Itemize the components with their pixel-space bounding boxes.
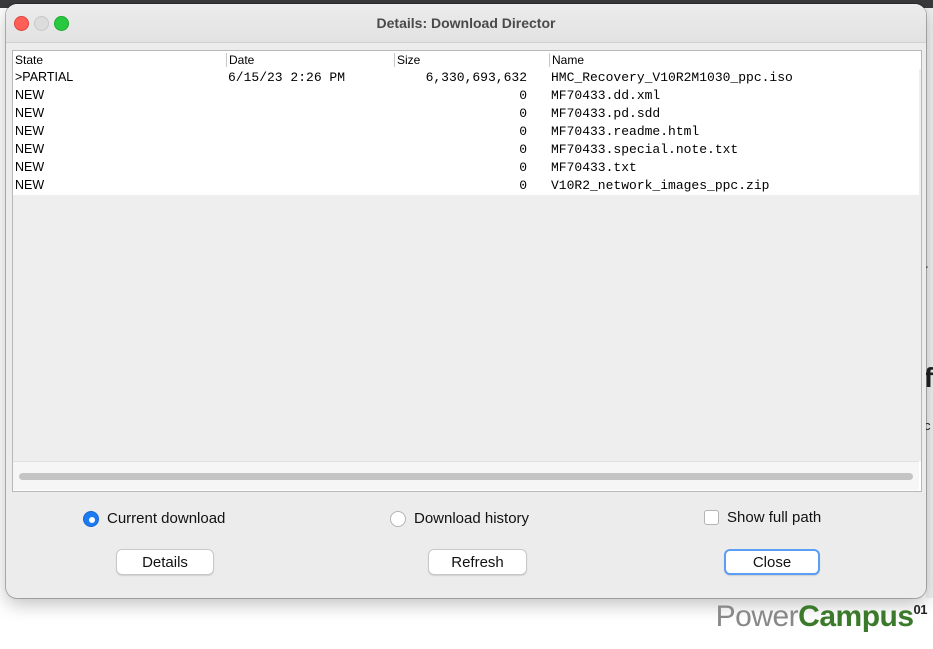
cell-size: 0 xyxy=(519,88,527,103)
show-full-path-option[interactable]: Show full path xyxy=(704,509,821,526)
show-full-path-label: Show full path xyxy=(727,509,822,526)
show-full-path-checkbox[interactable] xyxy=(704,510,719,525)
downloads-table[interactable]: State Date Size Name >PARTIAL 6/15/23 2:… xyxy=(12,50,922,492)
table-header: State Date Size Name xyxy=(13,51,921,69)
cell-state: NEW xyxy=(15,178,45,192)
logo-superscript: 01 xyxy=(913,602,928,617)
cell-name: MF70433.txt xyxy=(551,160,637,175)
logo-text-power: Power xyxy=(715,600,799,633)
table-body: >PARTIAL 6/15/23 2:26 PM 6,330,693,632 H… xyxy=(13,69,921,461)
table-row[interactable]: NEW 0 MF70433.txt xyxy=(13,159,919,177)
table-row[interactable]: NEW 0 MF70433.dd.xml xyxy=(13,87,919,105)
scrollbar-thumb[interactable] xyxy=(19,473,913,480)
background-window-edge xyxy=(926,8,933,598)
cell-state: NEW xyxy=(15,160,45,174)
window-title: Details: Download Director xyxy=(376,15,556,31)
column-header-date[interactable]: Date xyxy=(226,53,254,67)
column-header-state[interactable]: State xyxy=(15,53,43,67)
cell-state: NEW xyxy=(15,142,45,156)
table-row[interactable]: NEW 0 MF70433.special.note.txt xyxy=(13,141,919,159)
cell-name: MF70433.dd.xml xyxy=(551,88,661,103)
table-row[interactable]: NEW 0 V10R2_network_images_ppc.zip xyxy=(13,177,919,195)
cell-size: 0 xyxy=(519,142,527,157)
current-download-option[interactable]: Current download xyxy=(83,510,225,527)
cell-name: MF70433.readme.html xyxy=(551,124,700,139)
download-history-option[interactable]: Download history xyxy=(390,510,529,527)
cell-size: 0 xyxy=(519,124,527,139)
cell-name: V10R2_network_images_ppc.zip xyxy=(551,178,770,193)
column-header-name[interactable]: Name xyxy=(549,53,584,67)
horizontal-scrollbar[interactable] xyxy=(13,461,919,490)
title-bar[interactable]: Details: Download Director xyxy=(6,4,926,43)
current-download-radio[interactable] xyxy=(83,510,99,527)
download-director-dialog: Details: Download Director State Date Si… xyxy=(6,4,926,598)
powercampus-logo: PowerCampus01 xyxy=(715,600,928,634)
current-download-label: Current download xyxy=(107,510,226,527)
cell-size: 0 xyxy=(519,160,527,175)
download-history-label: Download history xyxy=(414,510,530,527)
logo-text-campus: Campus xyxy=(798,600,914,633)
refresh-button[interactable]: Refresh xyxy=(428,549,527,575)
cell-state: NEW xyxy=(15,124,45,138)
column-header-size[interactable]: Size xyxy=(394,53,420,67)
download-history-radio[interactable] xyxy=(390,510,406,527)
cell-size: 0 xyxy=(519,178,527,193)
cell-state: NEW xyxy=(15,106,45,120)
cell-name: HMC_Recovery_V10R2M1030_ppc.iso xyxy=(551,70,793,85)
cell-date: 6/15/23 2:26 PM xyxy=(228,70,346,85)
cell-state: >PARTIAL xyxy=(15,70,74,84)
cell-state: NEW xyxy=(15,88,45,102)
cell-size: 6,330,693,632 xyxy=(425,70,527,85)
table-row[interactable]: >PARTIAL 6/15/23 2:26 PM 6,330,693,632 H… xyxy=(13,69,919,87)
cell-size: 0 xyxy=(519,106,527,121)
cell-name: MF70433.special.note.txt xyxy=(551,142,739,157)
cell-name: MF70433.pd.sdd xyxy=(551,106,661,121)
table-row[interactable]: NEW 0 MF70433.readme.html xyxy=(13,123,919,141)
details-button[interactable]: Details xyxy=(116,549,214,575)
table-row[interactable]: NEW 0 MF70433.pd.sdd xyxy=(13,105,919,123)
close-button[interactable]: Close xyxy=(724,549,820,575)
